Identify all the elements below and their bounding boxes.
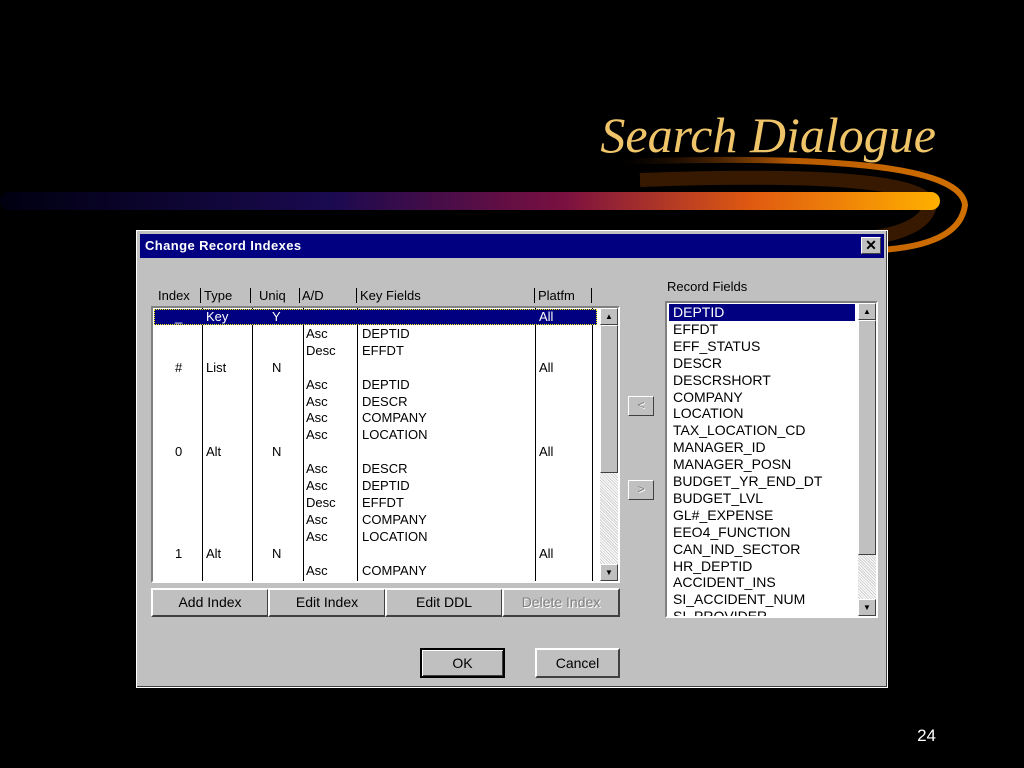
dialog-title: Change Record Indexes [145, 238, 302, 253]
cell-uniq: N [272, 444, 282, 460]
cell-ad: Asc [306, 579, 328, 581]
cell-field: EFFDT [362, 494, 404, 510]
list-item[interactable]: COMPANY [669, 389, 743, 406]
change-record-indexes-dialog: Change Record Indexes ✕ Index Type Uniq … [136, 230, 888, 688]
list-item[interactable]: DESCRSHORT [669, 372, 771, 389]
cell-field: LOCATION [362, 427, 428, 443]
cell-ad: Desc [306, 342, 336, 358]
cell-index: # [175, 359, 183, 375]
cell-field: COMPANY [362, 511, 427, 527]
list-item[interactable]: LOCATION [669, 405, 744, 422]
cell-uniq: N [272, 359, 282, 375]
record-fields-list[interactable]: DEPTID EFFDT EFF_STATUS DESCR DESCRSHORT COMP… [665, 301, 878, 618]
list-item[interactable]: MANAGER_ID [669, 439, 766, 456]
column-header-key-fields[interactable]: Key Fields [360, 288, 421, 303]
cell-uniq: Y [272, 309, 281, 324]
scroll-up-icon[interactable]: ▲ [858, 303, 876, 320]
list-item[interactable]: DEPTID [669, 304, 855, 321]
column-header-platform[interactable]: Platfm [538, 288, 575, 303]
add-index-button[interactable]: Add Index [151, 588, 269, 617]
cell-ad: Asc [306, 511, 328, 527]
cell-platform: All [539, 359, 554, 375]
cell-ad: Asc [306, 528, 328, 544]
list-item[interactable]: ACCIDENT_INS [669, 574, 776, 591]
list-item[interactable]: SI_ACCIDENT_NUM [669, 591, 805, 608]
cell-platform: All [539, 444, 554, 460]
index-table-body: _ Key Y All Asc DEPTID Desc EFFDT # List N All Asc DE… [153, 308, 600, 581]
cell-field: COMPANY [362, 410, 427, 426]
move-right-button[interactable]: > [628, 480, 654, 500]
cancel-button[interactable]: Cancel [535, 648, 620, 678]
record-fields-label: Record Fields [667, 279, 748, 294]
list-item[interactable]: EFF_STATUS [669, 338, 760, 355]
column-header-type[interactable]: Type [204, 288, 232, 303]
cell-type: List [206, 359, 227, 375]
cell-ad: Asc [306, 376, 328, 392]
edit-index-button[interactable]: Edit Index [268, 588, 386, 617]
cell-ad: Desc [306, 494, 336, 510]
list-item[interactable]: EEO4_FUNCTION [669, 524, 790, 541]
delete-index-button[interactable]: Delete Index [502, 588, 620, 617]
cell-field: COMPANY [362, 562, 427, 578]
cell-platform: All [539, 545, 554, 561]
cell-type: Alt [206, 545, 222, 561]
cell-uniq: N [272, 545, 282, 561]
cell-ad: Asc [306, 562, 328, 578]
cell-field: DESCR [362, 461, 408, 477]
cell-platform: All [539, 309, 554, 324]
list-item[interactable]: DESCR [669, 355, 722, 372]
cell-ad: Asc [306, 393, 328, 409]
list-item[interactable]: BUDGET_LVL [669, 490, 763, 507]
cell-field: DEPTID [362, 478, 410, 493]
list-item[interactable]: BUDGET_YR_END_DT [669, 473, 822, 490]
list-item[interactable]: CAN_IND_SECTOR [669, 541, 800, 558]
column-header-uniq[interactable]: Uniq [259, 288, 286, 303]
cell-index: 0 [175, 444, 183, 460]
cell-field: DESCR [362, 393, 408, 409]
edit-ddl-button[interactable]: Edit DDL [385, 588, 503, 617]
dialog-titlebar[interactable]: Change Record Indexes ✕ [140, 234, 884, 258]
cell-ad: Asc [306, 427, 328, 443]
cell-type: Alt [206, 444, 222, 460]
record-fields-scrollbar[interactable]: ▲ ▼ [858, 303, 876, 616]
scroll-up-icon[interactable]: ▲ [600, 308, 618, 325]
slide-title: Search Dialogue [600, 107, 936, 163]
move-left-button[interactable]: < [628, 396, 654, 416]
column-header-index[interactable]: Index [158, 288, 190, 303]
close-icon[interactable]: ✕ [861, 237, 881, 254]
index-table[interactable]: _ Key Y All Asc DEPTID Desc EFFDT # List N All Asc DE… [151, 306, 620, 583]
cell-ad: Asc [306, 478, 328, 493]
column-header-ad[interactable]: A/D [302, 288, 324, 303]
cell-field: DEPTID [362, 579, 410, 581]
cell-ad: Asc [306, 410, 328, 426]
list-item[interactable]: GL#_EXPENSE [669, 507, 773, 524]
scroll-down-icon[interactable]: ▼ [600, 564, 618, 581]
cell-type: Key [206, 309, 229, 324]
list-item[interactable]: TAX_LOCATION_CD [669, 422, 806, 439]
cell-field: LOCATION [362, 528, 428, 544]
list-item[interactable]: EFFDT [669, 321, 718, 338]
ok-button[interactable]: OK [420, 648, 505, 678]
list-item[interactable]: HR_DEPTID [669, 558, 752, 575]
page-number: 24 [917, 726, 936, 745]
index-table-scrollbar[interactable]: ▲ ▼ [600, 308, 618, 581]
scrollbar-thumb[interactable] [600, 325, 618, 473]
cell-field: EFFDT [362, 342, 404, 358]
cell-index: _ [175, 309, 183, 324]
cell-field: DEPTID [362, 376, 410, 392]
scrollbar-thumb[interactable] [858, 320, 876, 555]
scroll-down-icon[interactable]: ▼ [858, 599, 876, 616]
list-item[interactable]: SI_PROVIDER [669, 608, 767, 616]
cell-index: 1 [175, 545, 183, 561]
cell-field: DEPTID [362, 325, 410, 341]
cell-ad: Asc [306, 461, 328, 477]
cell-ad: Asc [306, 325, 328, 341]
list-item[interactable]: MANAGER_POSN [669, 456, 791, 473]
index-table-header: Index Type Uniq A/D Key Fields Platfm [151, 286, 603, 306]
